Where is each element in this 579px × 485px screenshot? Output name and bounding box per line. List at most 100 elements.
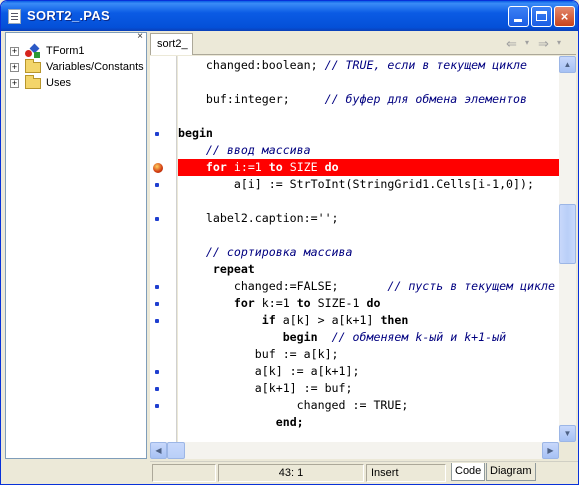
vertical-scroll-thumb[interactable] [559, 204, 576, 264]
tab-sort2[interactable]: sort2_ [150, 33, 193, 55]
folder-icon [25, 75, 41, 89]
code-keyword: for [233, 296, 255, 310]
code-comment: // буфер для обмена элементов [324, 92, 528, 106]
code-line[interactable] [178, 227, 559, 244]
tree-item-tform1[interactable]: + TForm1 [6, 43, 146, 59]
back-dropdown-icon[interactable]: ▾ [525, 38, 529, 47]
code-line[interactable]: buf := a[k]; [178, 346, 559, 363]
code-editor-panel: sort2_ ⇐ ▾ ⇒ ▾ changed:boolean; // TRUE,… [150, 32, 578, 460]
tree-header: × [6, 31, 146, 43]
expand-icon[interactable]: + [10, 47, 19, 56]
tab-code[interactable]: Code [451, 463, 486, 481]
code-text: a[i] := StrToInt(StringGrid1.Cells[i-1,0… [178, 177, 534, 191]
executable-line-dot-icon[interactable] [155, 370, 159, 374]
code-line[interactable] [178, 108, 559, 125]
code-comment: // сортировка массива [205, 245, 353, 259]
code-line[interactable]: begin // обменяем k-ый и k+1-ый [178, 329, 559, 346]
executable-line-dot-icon[interactable] [155, 302, 159, 306]
tree-item-label: Variables/Constants [46, 61, 144, 73]
close-icon: × [560, 9, 569, 24]
scroll-right-icon[interactable]: ▶ [542, 442, 559, 459]
vertical-scrollbar[interactable]: ▲ ▼ [559, 56, 576, 442]
code-line[interactable]: if a[k] > a[k+1] then [178, 312, 559, 329]
code-line[interactable]: for k:=1 to SIZE-1 do [178, 295, 559, 312]
form-components-icon [25, 43, 41, 58]
code-line[interactable]: repeat [178, 261, 559, 278]
scroll-up-icon[interactable]: ▲ [559, 56, 576, 73]
code-text: k:=1 [254, 296, 297, 310]
edit-mode: Insert [366, 464, 446, 482]
code-line-execution[interactable]: for i:=1 to SIZE do [178, 159, 559, 176]
tree-close-icon[interactable]: × [137, 31, 143, 42]
scroll-left-icon[interactable]: ◀ [150, 442, 167, 459]
code-line[interactable]: changed := TRUE; [178, 397, 559, 414]
horizontal-scrollbar[interactable]: ◀ ▶ [150, 442, 559, 459]
breakpoint-icon[interactable] [153, 163, 163, 173]
code-line[interactable]: label2.caption:=''; [178, 210, 559, 227]
cursor-position: 43: 1 [218, 464, 364, 482]
code-line[interactable]: begin [178, 125, 559, 142]
code-text: SIZE-1 [310, 296, 367, 310]
executable-line-dot-icon[interactable] [155, 132, 159, 136]
executable-line-dot-icon[interactable] [155, 183, 159, 187]
code-line[interactable]: a[i] := StrToInt(StringGrid1.Cells[i-1,0… [178, 176, 559, 193]
code-line[interactable]: a[k] := a[k+1]; [178, 363, 559, 380]
executable-line-dot-icon[interactable] [155, 387, 159, 391]
code-keyword: to [296, 296, 311, 310]
code-line[interactable]: changed:=FALSE; // пусть в текущем цикле [178, 278, 559, 295]
scroll-down-icon[interactable]: ▼ [559, 425, 576, 442]
maximize-icon [536, 11, 547, 21]
code-line[interactable]: changed:boolean; // TRUE, если в текущем… [178, 57, 559, 74]
editor-gutter[interactable] [150, 56, 177, 442]
status-modified [152, 464, 216, 482]
horizontal-scroll-thumb[interactable] [167, 442, 185, 459]
code-text: label2.caption:=''; [178, 211, 339, 225]
executable-line-dot-icon[interactable] [155, 285, 159, 289]
code-text: a[k] > a[k+1] [275, 313, 381, 327]
code-text: a[k] := a[k+1]; [178, 364, 360, 378]
code-text: changed:=FALSE; [178, 279, 388, 293]
tree-item-label: Uses [46, 77, 72, 89]
code-line[interactable] [178, 74, 559, 91]
tree-item-uses[interactable]: + Uses [6, 75, 146, 91]
code-line[interactable]: buf:integer; // буфер для обмена элемент… [178, 91, 559, 108]
code-area[interactable]: changed:boolean; // TRUE, если в текущем… [178, 56, 559, 442]
code-line[interactable]: end; [178, 414, 559, 431]
code-text: changed := TRUE; [178, 398, 409, 412]
code-line[interactable]: // ввод массива [178, 142, 559, 159]
back-arrow-icon[interactable]: ⇐ [506, 36, 517, 52]
ide-window: SORT2_.PAS × × + TForm1 + Variables/Cons… [0, 0, 579, 485]
code-text: buf := a[k]; [178, 347, 339, 361]
executable-line-dot-icon[interactable] [155, 404, 159, 408]
code-keyword: do [366, 296, 381, 310]
executable-line-dot-icon[interactable] [155, 319, 159, 323]
maximize-button[interactable] [531, 6, 552, 27]
minimize-button[interactable] [508, 6, 529, 27]
executable-line-dot-icon[interactable] [155, 217, 159, 221]
expand-icon[interactable]: + [10, 63, 19, 72]
code-keyword: if [261, 313, 276, 327]
close-button[interactable]: × [554, 6, 575, 27]
title-bar[interactable]: SORT2_.PAS × [1, 1, 578, 31]
code-keyword: repeat [212, 262, 255, 276]
code-text: i:=1 [226, 160, 269, 174]
window-title: SORT2_.PAS [27, 8, 110, 23]
code-line[interactable] [178, 193, 559, 210]
code-line[interactable]: // сортировка массива [178, 244, 559, 261]
code-line[interactable]: a[k+1] := buf; [178, 380, 559, 397]
code-keyword: do [324, 160, 339, 174]
expand-icon[interactable]: + [10, 79, 19, 88]
forward-arrow-icon[interactable]: ⇒ [538, 36, 549, 52]
code-text: changed:boolean; [178, 58, 325, 72]
code-text: SIZE [282, 160, 325, 174]
tree-item-variables-constants[interactable]: + Variables/Constants [6, 59, 146, 75]
forward-dropdown-icon[interactable]: ▾ [557, 38, 561, 47]
tab-diagram[interactable]: Diagram [486, 463, 536, 481]
